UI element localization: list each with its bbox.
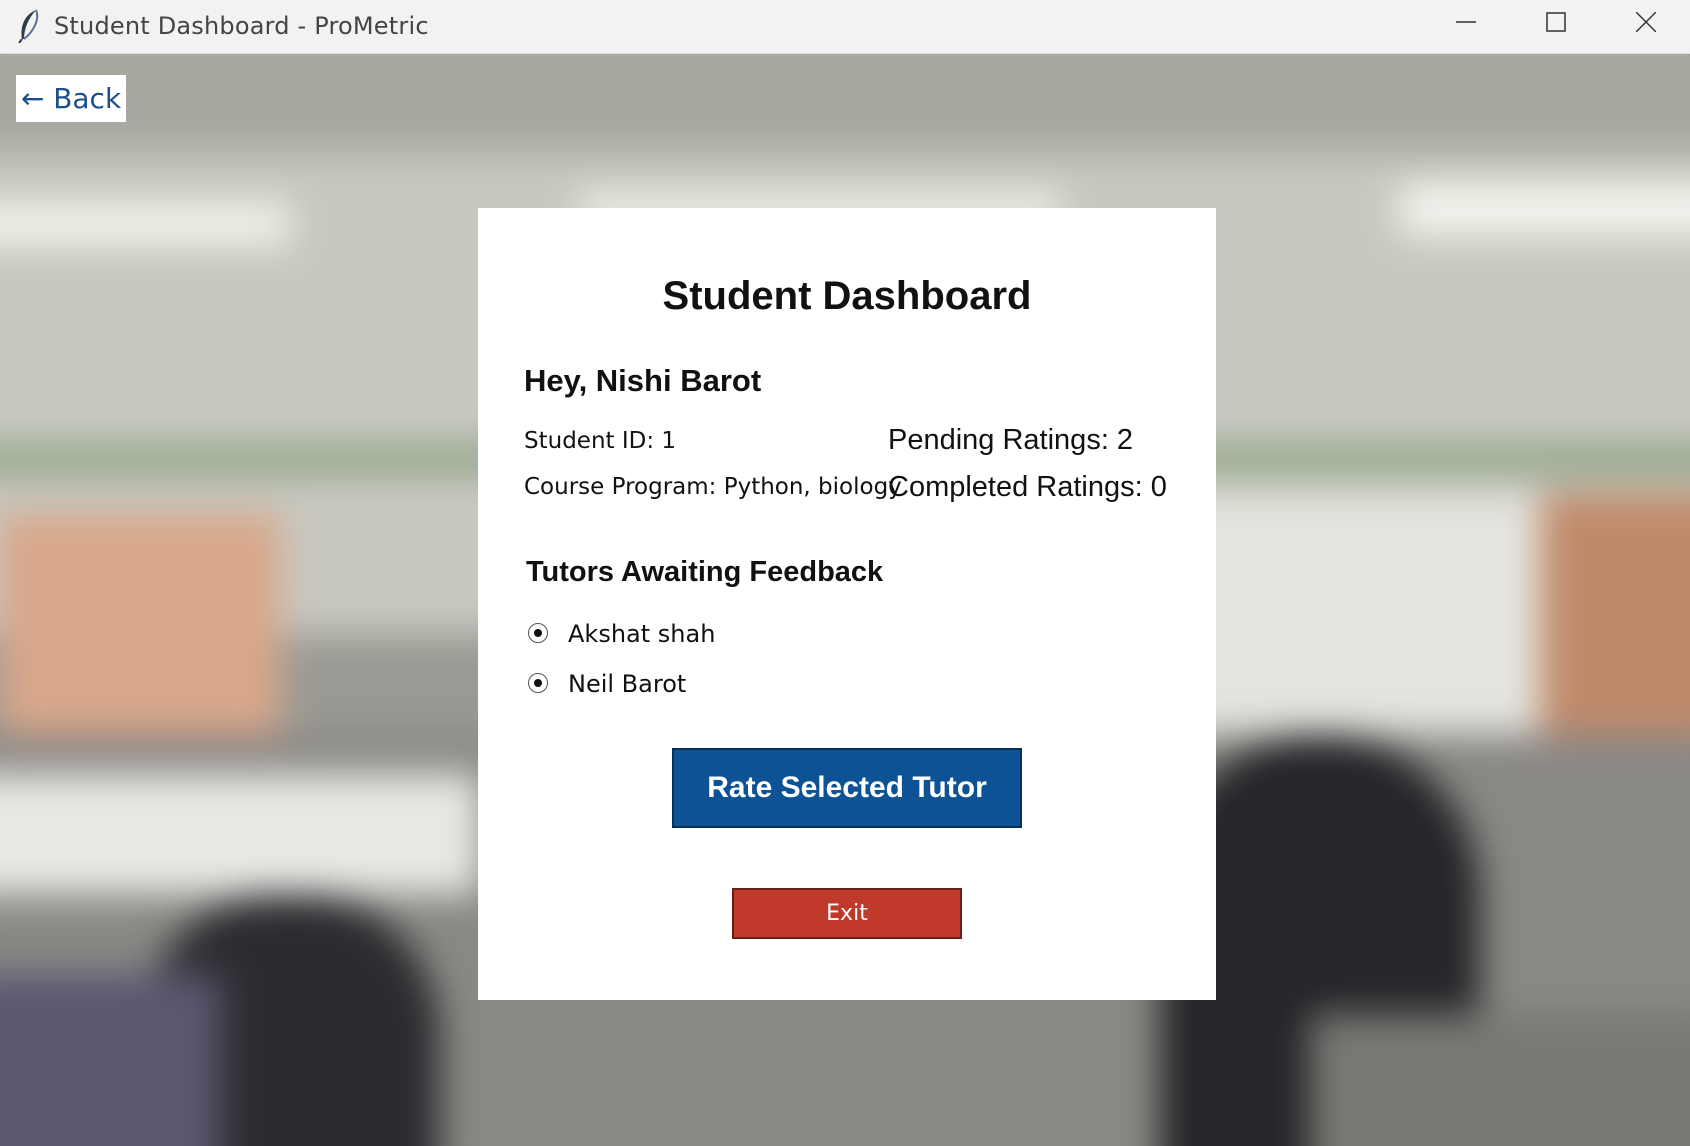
close-icon: [1636, 12, 1656, 32]
back-button[interactable]: ← Back: [16, 75, 126, 122]
tutor-name: Neil Barot: [568, 670, 687, 698]
pending-ratings-text: Pending Ratings: 2: [888, 424, 1134, 456]
greeting-text: Hey, Nishi Barot: [524, 363, 762, 398]
rate-selected-tutor-button[interactable]: Rate Selected Tutor: [672, 748, 1022, 828]
minimize-icon: [1456, 21, 1476, 23]
radio-button[interactable]: [528, 673, 548, 693]
title-bar: Student Dashboard - ProMetric: [0, 0, 1690, 54]
exit-button[interactable]: Exit: [732, 888, 962, 939]
maximize-icon: [1546, 12, 1566, 32]
minimize-button[interactable]: [1420, 0, 1512, 53]
page-title: Student Dashboard: [662, 274, 1032, 318]
tutors-section-title: Tutors Awaiting Feedback: [526, 556, 884, 588]
radio-button[interactable]: [528, 623, 548, 643]
maximize-button[interactable]: [1510, 0, 1602, 53]
window-title: Student Dashboard - ProMetric: [54, 12, 429, 40]
radio-selected-dot: [534, 629, 542, 637]
completed-ratings-text: Completed Ratings: 0: [888, 471, 1167, 503]
dashboard-card: Student Dashboard Hey, Nishi Barot Stude…: [478, 208, 1216, 1000]
radio-selected-dot: [534, 679, 542, 687]
close-button[interactable]: [1600, 0, 1690, 53]
course-program-text: Course Program: Python, biology: [524, 474, 902, 500]
feather-icon: [18, 9, 39, 43]
student-id-text: Student ID: 1: [524, 428, 677, 454]
tutor-name: Akshat shah: [568, 620, 716, 648]
